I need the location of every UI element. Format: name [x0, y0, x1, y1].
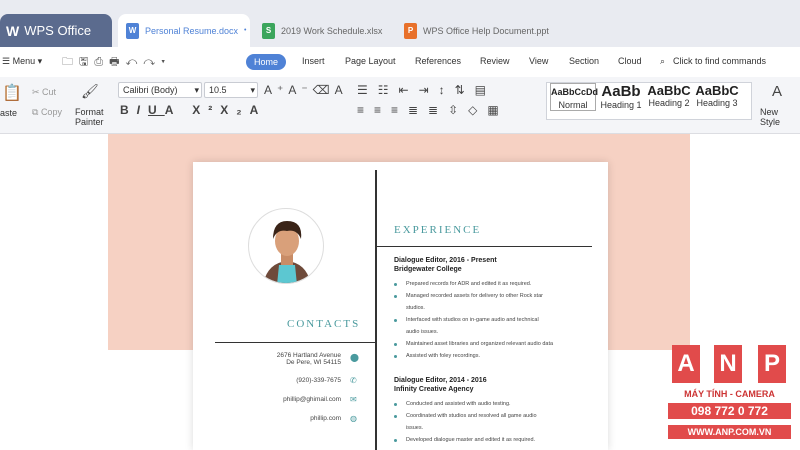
- doc-file-icon: W: [126, 22, 139, 39]
- menu-button[interactable]: ☰ Menu ▾: [2, 56, 42, 67]
- list-icons[interactable]: ☰☷⇤⇥↕⇅▤: [357, 83, 496, 97]
- watermark-phone: 098 772 0 772: [668, 403, 791, 419]
- job1-title: Dialogue Editor, 2016 - Present Bridgewat…: [394, 257, 497, 273]
- menu-review[interactable]: Review: [480, 56, 510, 66]
- job1-item: Prepared records for ADR and edited it a…: [406, 281, 532, 287]
- job1-item: studios.: [406, 305, 425, 311]
- address: 2676 Hartland Avenue De Pere, WI 54115: [276, 352, 341, 366]
- resume-page[interactable]: CONTACTS 2676 Hartland Avenue De Pere, WI…: [193, 162, 608, 450]
- profile-avatar: [248, 208, 324, 284]
- paste-icon[interactable]: 📋: [2, 83, 22, 103]
- wps-logo-icon: W: [6, 22, 20, 39]
- menu-page-layout[interactable]: Page Layout: [345, 56, 396, 66]
- job2-item: Coordinated with studios and resolved al…: [406, 413, 537, 419]
- watermark-letter: A: [672, 345, 700, 383]
- tab-bar: W WPS Office W Personal Resume.docx • S …: [0, 0, 800, 47]
- style-heading-1[interactable]: AaBb Heading 1: [598, 83, 644, 110]
- column-divider: [375, 170, 377, 450]
- format-painter-icon[interactable]: 🖌: [81, 83, 99, 100]
- align-icons[interactable]: ≡≡≡≣≣⇳◇▦: [357, 103, 509, 117]
- font-size-icons[interactable]: A⁺A⁻⌫A: [264, 83, 348, 97]
- job1-item: Interfaced with studios on in-game audio…: [406, 317, 539, 323]
- cut-button[interactable]: ✂ Cut: [32, 87, 56, 98]
- sheet-file-icon: S: [262, 22, 275, 39]
- email-icon: ✉: [350, 395, 357, 404]
- job1-item: Managed recorded assets for delivery to …: [406, 293, 543, 299]
- menu-section[interactable]: Section: [569, 56, 599, 66]
- format-painter-label[interactable]: Format Painter: [75, 107, 104, 127]
- bullet: [394, 343, 397, 346]
- website: phillip.com: [310, 415, 341, 422]
- paste-label[interactable]: aste: [0, 108, 17, 118]
- font-name-select[interactable]: Calibri (Body) ▾: [118, 82, 202, 98]
- tab-resume[interactable]: W Personal Resume.docx •: [118, 14, 250, 47]
- menu-cloud[interactable]: Cloud: [618, 56, 642, 66]
- tab-label: Personal Resume.docx: [145, 25, 239, 36]
- job2-title: Dialogue Editor, 2014 - 2016 Infinity Cre…: [394, 377, 487, 393]
- search-icon[interactable]: ⌕: [660, 56, 665, 67]
- contacts-heading: CONTACTS: [287, 318, 361, 330]
- phone: (920)-339-7675: [296, 377, 341, 384]
- contacts-rule: [215, 342, 375, 343]
- experience-rule: [377, 246, 592, 247]
- new-style-icon[interactable]: A: [772, 83, 782, 100]
- copy-button[interactable]: ⧉ Copy: [32, 107, 62, 118]
- menu-home[interactable]: Home: [246, 54, 286, 70]
- close-icon[interactable]: •: [244, 27, 246, 34]
- wps-home-tab[interactable]: W WPS Office: [0, 14, 112, 47]
- bullet: [394, 439, 397, 442]
- tab-help[interactable]: P WPS Office Help Document.ppt: [396, 14, 556, 47]
- bullet: [394, 403, 397, 406]
- app-name: WPS Office: [24, 23, 92, 38]
- format-icons[interactable]: BIUA X²X₂A: [120, 103, 266, 117]
- experience-heading: EXPERIENCE: [394, 224, 482, 236]
- find-commands[interactable]: Click to find commands: [673, 56, 766, 66]
- tab-schedule[interactable]: S 2019 Work Schedule.xlsx: [254, 14, 390, 47]
- menu-view[interactable]: View: [529, 56, 548, 66]
- ppt-file-icon: P: [404, 22, 417, 39]
- bullet: [394, 295, 397, 298]
- style-heading-3[interactable]: AaBbC Heading 3: [694, 83, 740, 108]
- bullet: [394, 415, 397, 418]
- anp-watermark: A N P MÁY TÍNH - CAMERA 098 772 0 772 WW…: [668, 345, 791, 445]
- job2-item: Conducted and assisted with audio testin…: [406, 401, 511, 407]
- style-normal[interactable]: AaBbCcDd Normal: [550, 83, 598, 111]
- tab-label: 2019 Work Schedule.xlsx: [281, 25, 383, 36]
- job1-item: Maintained asset libraries and organized…: [406, 341, 554, 347]
- job1-item: audio issues.: [406, 329, 439, 335]
- location-icon: ⬤: [350, 353, 359, 362]
- menu-bar: ☰ Menu ▾ 🗀🖫⎙🖶↶↷▾ Insert Page Layout Refe…: [0, 47, 800, 77]
- job1-item: Assisted with foley recordings.: [406, 353, 480, 359]
- bullet: [394, 283, 397, 286]
- email: phillip@ghimail.com: [283, 396, 341, 403]
- watermark-letter: P: [758, 345, 786, 383]
- quick-access-icons[interactable]: 🗀🖫⎙🖶↶↷▾: [62, 53, 171, 72]
- job2-item: issues.: [406, 425, 424, 431]
- watermark-letter: N: [714, 345, 742, 383]
- menu-references[interactable]: References: [415, 56, 461, 66]
- watermark-tagline: MÁY TÍNH - CAMERA: [684, 389, 775, 399]
- bullet: [394, 355, 397, 358]
- bullet: [394, 319, 397, 322]
- ribbon: 📋 aste ✂ Cut ⧉ Copy 🖌 Format Painter Cali…: [0, 77, 800, 134]
- font-size-select[interactable]: 10.5 ▾: [204, 82, 258, 98]
- tab-label: WPS Office Help Document.ppt: [423, 25, 549, 36]
- job2-item: Developed dialogue master and edited it …: [406, 437, 536, 443]
- style-heading-2[interactable]: AaBbC Heading 2: [646, 83, 692, 108]
- watermark-site: WWW.ANP.COM.VN: [668, 425, 791, 439]
- new-style-label[interactable]: New Style: [760, 107, 800, 127]
- menu-insert[interactable]: Insert: [302, 56, 325, 66]
- globe-icon: ◍: [350, 414, 357, 423]
- phone-icon: ✆: [350, 376, 357, 385]
